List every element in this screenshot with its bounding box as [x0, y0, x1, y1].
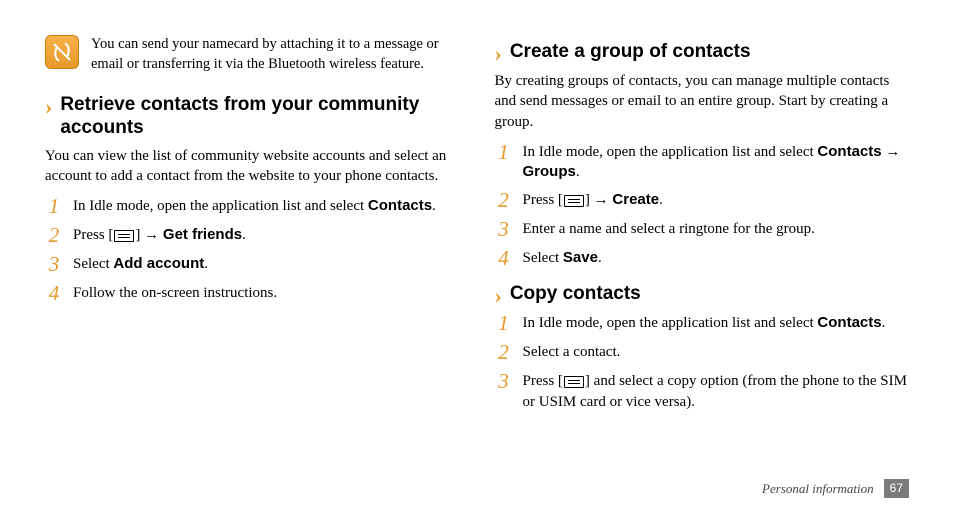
chevron-icon: › — [495, 43, 502, 65]
step-body: In Idle mode, open the application list … — [73, 196, 436, 216]
step-item: 2 Press [] → Create. — [495, 190, 910, 211]
step-number: 1 — [495, 313, 513, 334]
step-body: In Idle mode, open the application list … — [523, 313, 886, 333]
bold-text: Save — [563, 249, 598, 266]
footer-page-number: 67 — [884, 479, 909, 498]
heading-text: Create a group of contacts — [510, 41, 751, 64]
step-number: 1 — [495, 142, 513, 163]
step-body: Follow the on-screen instructions. — [73, 283, 277, 303]
step-item: 1 In Idle mode, open the application list… — [495, 313, 910, 334]
step-number: 4 — [45, 283, 63, 304]
step-item: 1 In Idle mode, open the application list… — [45, 196, 460, 217]
bold-text: Groups — [523, 163, 576, 180]
step-item: 3 Enter a name and select a ringtone for … — [495, 219, 910, 240]
step-number: 2 — [495, 190, 513, 211]
steps-create-group: 1 In Idle mode, open the application list… — [495, 142, 910, 270]
menu-key-icon — [564, 376, 584, 388]
steps-retrieve: 1 In Idle mode, open the application list… — [45, 196, 460, 304]
bold-text: Contacts — [368, 197, 432, 214]
page-footer: Personal information 67 — [762, 479, 909, 498]
step-body: Select Add account. — [73, 254, 208, 274]
note-box: You can send your namecard by attaching … — [45, 35, 460, 74]
section-heading-create-group: › Create a group of contacts — [495, 41, 910, 65]
step-item: 3 Select Add account. — [45, 254, 460, 275]
section-heading-copy: › Copy contacts — [495, 283, 910, 307]
menu-key-icon — [114, 230, 134, 242]
step-body: Select Save. — [523, 248, 602, 268]
step-number: 1 — [45, 196, 63, 217]
step-number: 3 — [45, 254, 63, 275]
bold-text: Get friends — [163, 226, 242, 243]
step-item: 4 Select Save. — [495, 248, 910, 269]
step-item: 2 Press [] → Get friends. — [45, 225, 460, 246]
step-body: In Idle mode, open the application list … — [523, 142, 910, 183]
step-item: 2 Select a contact. — [495, 342, 910, 363]
bold-text: Contacts — [817, 314, 881, 331]
step-number: 2 — [45, 225, 63, 246]
step-item: 3 Press [] and select a copy option (from… — [495, 371, 910, 412]
footer-section: Personal information — [762, 480, 874, 498]
step-body: Press [] and select a copy option (from … — [523, 371, 910, 412]
chevron-icon: › — [495, 285, 502, 307]
step-item: 4 Follow the on-screen instructions. — [45, 283, 460, 304]
note-text: You can send your namecard by attaching … — [91, 35, 460, 74]
step-body: Press [] → Create. — [523, 190, 663, 210]
step-number: 4 — [495, 248, 513, 269]
step-body: Select a contact. — [523, 342, 621, 362]
bold-text: Add account — [113, 255, 204, 272]
heading-text: Retrieve contacts from your community ac… — [60, 94, 459, 140]
section-heading-retrieve: › Retrieve contacts from your community … — [45, 94, 460, 140]
chevron-icon: › — [45, 96, 52, 118]
step-number: 2 — [495, 342, 513, 363]
menu-key-icon — [564, 195, 584, 207]
section-desc-retrieve: You can view the list of community websi… — [45, 146, 460, 187]
bold-text: Create — [612, 191, 659, 208]
step-item: 1 In Idle mode, open the application list… — [495, 142, 910, 183]
bold-text: Contacts — [817, 143, 881, 160]
note-icon — [45, 35, 79, 69]
section-desc-create-group: By creating groups of contacts, you can … — [495, 71, 910, 132]
step-number: 3 — [495, 371, 513, 392]
heading-text: Copy contacts — [510, 283, 641, 306]
step-body: Enter a name and select a ringtone for t… — [523, 219, 815, 239]
left-column: You can send your namecard by attaching … — [45, 35, 460, 498]
steps-copy: 1 In Idle mode, open the application list… — [495, 313, 910, 412]
step-body: Press [] → Get friends. — [73, 225, 246, 245]
right-column: › Create a group of contacts By creating… — [495, 35, 910, 498]
step-number: 3 — [495, 219, 513, 240]
